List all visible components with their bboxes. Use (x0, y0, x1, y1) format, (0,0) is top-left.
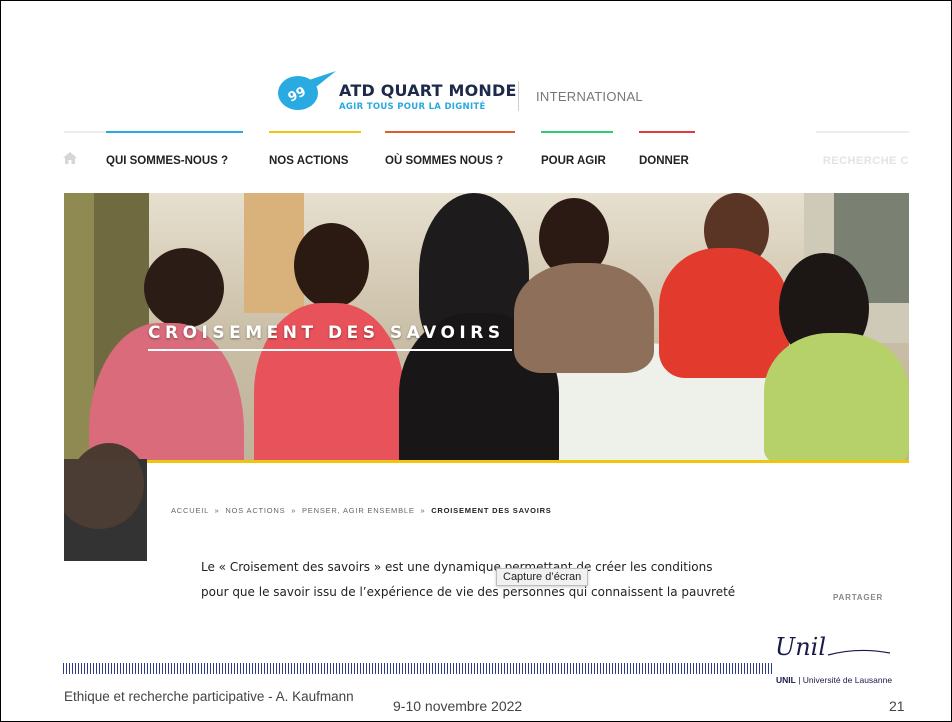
brand-tagline: AGIR TOUS POUR LA DIGNITÉ (339, 102, 486, 112)
unil-bold: UNIL (776, 675, 796, 685)
unil-script-text: Unil (775, 633, 826, 661)
footer-author: Ethique et recherche participative - A. … (64, 689, 354, 704)
presentation-slide: 99 ATD QUART MONDE AGIR TOUS POUR LA DIG… (0, 0, 952, 722)
breadcrumb: ACCUEIL » NOS ACTIONS » PENSER, AGIR ENS… (171, 506, 552, 515)
nav-line-green (541, 131, 613, 133)
brand-separator (518, 81, 519, 111)
home-icon[interactable] (63, 152, 77, 164)
breadcrumb-item-accueil[interactable]: ACCUEIL (171, 506, 209, 515)
breadcrumb-item-penser-agir[interactable]: PENSER, AGIR ENSEMBLE (302, 506, 415, 515)
unil-logo-icon: Unil (775, 633, 891, 661)
footer-tick-bar (63, 663, 773, 674)
brand-name[interactable]: ATD QUART MONDE (339, 81, 517, 100)
breadcrumb-separator: » (291, 506, 297, 515)
unil-label: UNIL | Université de Lausanne (776, 675, 892, 685)
share-button[interactable]: PARTAGER (833, 593, 883, 602)
nav-line-orange (385, 131, 515, 133)
nav-item-ou-sommes-nous[interactable]: OÙ SOMMES NOUS ? (385, 155, 503, 167)
nav-item-pour-agir[interactable]: POUR AGIR (541, 155, 606, 167)
search-input[interactable]: RECHERCHE C (823, 155, 909, 167)
nav-line-blue (106, 131, 243, 133)
breadcrumb-separator: » (214, 506, 220, 515)
article-line-2: pour que le savoir issu de l’expérience … (201, 585, 736, 599)
hero-title: CROISEMENT DES SAVOIRS (148, 323, 505, 343)
screenshot-tooltip: Capture d’écran (496, 568, 589, 586)
breadcrumb-item-nos-actions[interactable]: NOS ACTIONS (225, 506, 285, 515)
slide-number: 21 (889, 698, 905, 714)
unil-name: | Université de Lausanne (795, 675, 893, 685)
nav-item-donner[interactable]: DONNER (639, 155, 689, 167)
breadcrumb-separator: » (420, 506, 426, 515)
hero-title-underline (148, 349, 512, 351)
nav-line-grey (64, 131, 106, 133)
breadcrumb-current: CROISEMENT DES SAVOIRS (431, 506, 552, 515)
nav-line-yellow (269, 131, 361, 133)
main-navigation: QUI SOMMES-NOUS ? NOS ACTIONS OÙ SOMMES … (61, 146, 909, 176)
nav-item-nos-actions[interactable]: NOS ACTIONS (269, 155, 348, 167)
brand-region[interactable]: INTERNATIONAL (536, 89, 643, 104)
nav-line-grey-right (816, 131, 909, 133)
nav-item-qui-sommes-nous[interactable]: QUI SOMMES-NOUS ? (106, 155, 228, 167)
footer-date: 9-10 novembre 2022 (393, 698, 523, 714)
hero-photo-corner (64, 459, 147, 561)
atd-logo-icon: 99 (278, 71, 336, 110)
article-line-1: Le « Croisement des savoirs » est une dy… (201, 560, 713, 574)
nav-line-red (639, 131, 695, 133)
